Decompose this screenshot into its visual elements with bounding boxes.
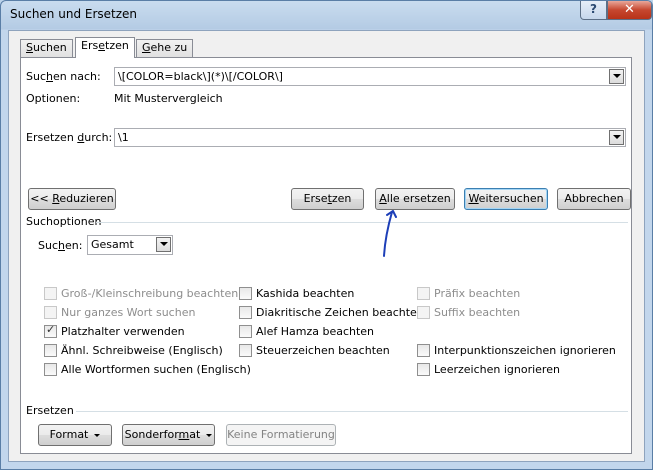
tab-replace[interactable]: Ersetzen bbox=[75, 37, 135, 58]
annotation-arrow-icon bbox=[383, 210, 397, 257]
find-replace-dialog: Suchen und Ersetzen ? ✕ Suchen Ersetzen … bbox=[0, 0, 653, 470]
